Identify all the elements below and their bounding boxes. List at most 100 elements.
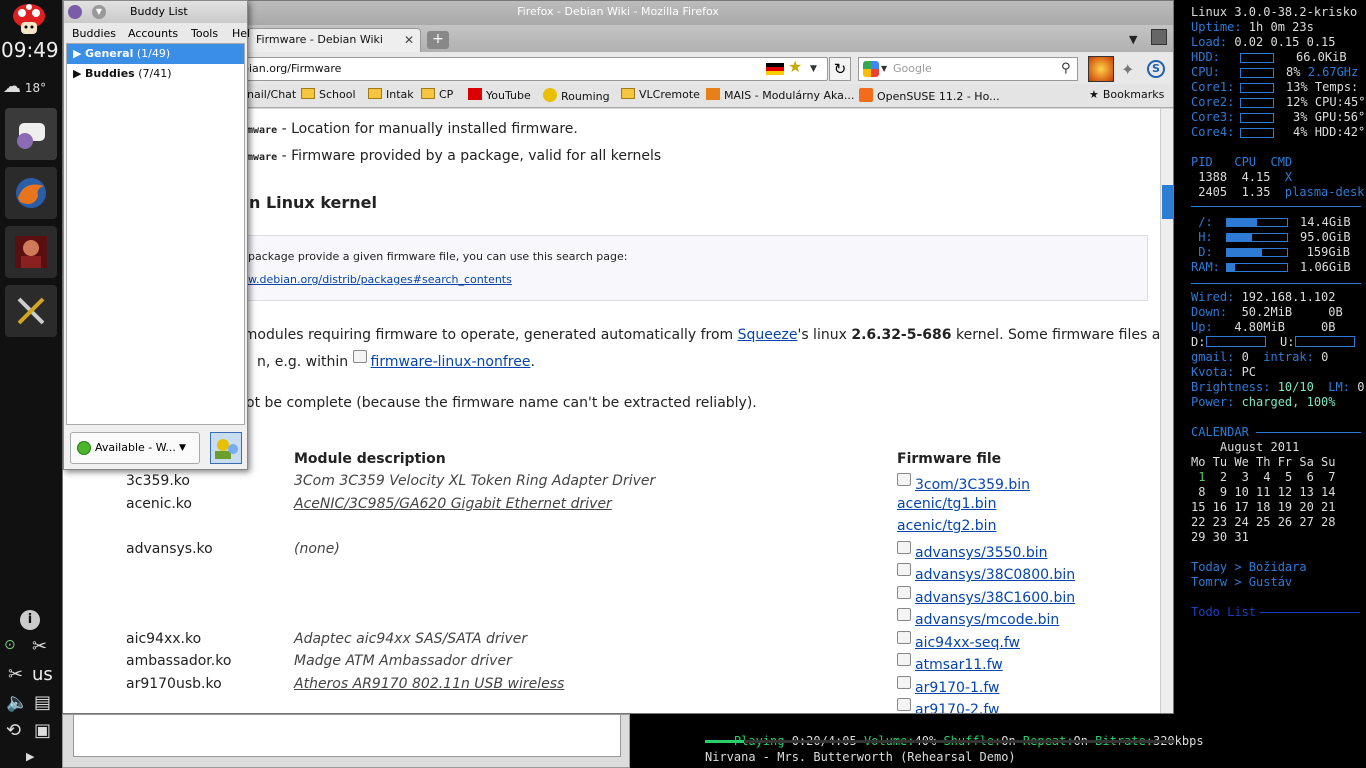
firmware-file-link[interactable]: acenic/tg2.bin <box>897 518 996 534</box>
music-status: Playing 0:20/4:05 Volume:40% Shuffle:On … <box>700 714 1204 768</box>
menu-tools[interactable]: Tools <box>191 27 218 40</box>
calendar-weekdays: Mo Tu We Th Fr Sa Su <box>1191 455 1336 469</box>
bookmark-mail-chat[interactable]: nail/Chat <box>247 88 296 101</box>
label: Core1: <box>1191 80 1235 94</box>
addon-fire-icon[interactable] <box>1088 56 1114 82</box>
firmware-file-link[interactable]: acenic/tg1.bin <box>897 496 996 512</box>
scissors-icon[interactable]: ✂ <box>8 664 23 685</box>
firefox-launcher[interactable] <box>5 167 57 219</box>
expand-arrow-icon[interactable]: ▶ <box>26 750 34 763</box>
printer-icon[interactable]: ▣ <box>34 720 51 741</box>
page-scrollbar[interactable] <box>1160 109 1173 713</box>
google-icon[interactable] <box>863 61 879 77</box>
firmware-file-link[interactable]: ar9170-2.fw <box>897 698 1000 713</box>
package-icon <box>897 653 911 666</box>
bookmark-cp[interactable]: CP <box>421 88 453 101</box>
search-engine-arrow-icon[interactable]: ▼ <box>881 58 887 80</box>
bookmark-intak[interactable]: Intak <box>368 88 414 101</box>
package-icon <box>897 541 911 554</box>
firmware-file-link[interactable]: ar9170-1.fw <box>897 676 1000 696</box>
firmware-file-link[interactable]: 3com/3C359.bin <box>897 473 1030 493</box>
status-label: Available - W... <box>95 441 175 454</box>
calendar-week: 8 9 10 11 12 13 14 <box>1191 485 1336 499</box>
fs-value: 159GiB <box>1306 245 1350 259</box>
value: PC <box>1234 365 1257 379</box>
menu-buddies[interactable]: Buddies <box>72 27 116 40</box>
core4-graph <box>1240 128 1274 138</box>
bookmark-vlcremote[interactable]: VLCremote <box>621 88 700 101</box>
firmware-file-link[interactable]: advansys/3550.bin <box>897 541 1048 561</box>
weather-widget: ☁ 18° <box>3 76 61 97</box>
firmware-file-link[interactable]: advansys/mcode.bin <box>897 608 1059 628</box>
bookmark-rouming[interactable]: Rouming <box>543 88 610 103</box>
bookmark-mais[interactable]: MAIS - Modulárny Aka... <box>706 88 854 102</box>
mushroom-icon[interactable] <box>12 3 46 35</box>
calendar-week: 1 2 3 4 5 6 7 <box>1191 470 1335 484</box>
scrollbar-thumb[interactable] <box>1162 185 1173 219</box>
firmware-file-link[interactable]: advansys/38C1600.bin <box>897 586 1075 606</box>
new-tab-button[interactable]: + <box>427 31 449 49</box>
brightness-line: Brightness: 10/10 LM: 0 <box>1191 380 1364 394</box>
mais-icon <box>706 88 720 100</box>
network-icon[interactable]: ⊙ <box>4 637 16 653</box>
menu-help[interactable]: Hel <box>232 27 250 40</box>
bookmarks-menu[interactable]: ★ Bookmarks <box>1089 88 1164 101</box>
menu-accounts[interactable]: Accounts <box>128 27 178 40</box>
group-general[interactable]: ▶ General (1/49) <box>67 44 244 64</box>
group-buddies[interactable]: ▶ Buddies (7/41) <box>67 64 244 84</box>
info-icon[interactable]: i <box>20 610 40 630</box>
track-progress[interactable] <box>705 740 1175 743</box>
process-cmd: plasma-desk <box>1284 185 1365 199</box>
download-graph <box>1206 336 1266 347</box>
firmware-linux-nonfree-link[interactable]: firmware-linux-nonfree <box>352 350 530 370</box>
window-menu-icon[interactable]: ▼ <box>92 5 106 19</box>
module-description-link[interactable]: Atheros AR9170 802.11n USB wireless <box>294 676 564 692</box>
bookmark-youtube[interactable]: YouTube <box>468 88 531 102</box>
bookmark-star-icon[interactable]: ★ <box>788 56 802 78</box>
bookmark-school[interactable]: School <box>301 88 356 101</box>
search-box[interactable]: ▼ Google ⚲ <box>858 57 1078 81</box>
module-description-link[interactable]: AceNIC/3C985/GA620 Gigabit Ethernet driv… <box>294 496 612 512</box>
pidgin-launcher[interactable] <box>5 108 57 160</box>
puzzle-icon[interactable]: ✦ <box>1121 60 1134 79</box>
tab-groups-icon[interactable] <box>1151 29 1167 45</box>
tab-firmware[interactable]: Firmware - Debian Wiki ✕ <box>247 28 421 52</box>
url-dropdown-arrow-icon[interactable]: ▼ <box>810 58 817 80</box>
reload-button[interactable]: ↻ <box>829 57 851 81</box>
status-selector[interactable]: Available - W... ▼ <box>70 432 200 464</box>
firmware-file-link[interactable]: atmsar11.fw <box>897 653 1003 673</box>
firmware-file-label: 3com/3C359.bin <box>915 477 1031 493</box>
weather-temp: 18° <box>24 81 47 95</box>
label: Uptime: <box>1191 20 1242 34</box>
firmware-file-label: aic94xx-seq.fw <box>915 635 1020 651</box>
clipboard-icon[interactable]: ▤ <box>34 692 51 713</box>
column-header-description: Module description <box>294 451 446 467</box>
firmware-file-link[interactable]: advansys/38C0800.bin <box>897 563 1075 583</box>
packages-search-link[interactable]: w.debian.org/distrib/packages#search_con… <box>248 273 512 286</box>
search-icon[interactable]: ⚲ <box>1061 58 1071 80</box>
url-bar[interactable]: bian.org/Firmware ★ ▼ <box>235 57 828 81</box>
fs-usage-fill <box>1227 264 1236 271</box>
conky-monitor: Linux 3.0.0-38.2-krisko Uptime: 1h 0m 23… <box>1176 0 1366 768</box>
close-tab-icon[interactable]: ✕ <box>404 29 414 51</box>
firmware-file-link[interactable]: aic94xx-seq.fw <box>897 631 1020 651</box>
down-line: Down: 50.2MiB 0B <box>1191 305 1343 319</box>
photo-launcher[interactable] <box>5 226 57 278</box>
keyboard-layout[interactable]: us <box>32 664 53 685</box>
module-description: Madge ATM Ambassador driver <box>294 653 512 669</box>
squeeze-link[interactable]: Squeeze <box>738 327 798 343</box>
volume-icon[interactable]: 🔈 <box>6 692 28 713</box>
firmware-file-label: advansys/mcode.bin <box>915 612 1060 628</box>
chat-input[interactable] <box>73 715 621 757</box>
module-name: ar9170usb.ko <box>126 676 222 692</box>
skype-icon[interactable]: S <box>1147 60 1165 78</box>
bookmark-opensuse[interactable]: OpenSUSE 11.2 - Ho... <box>859 88 1000 103</box>
label: Temps: <box>1314 80 1359 94</box>
core3-graph <box>1240 113 1274 123</box>
tools-launcher[interactable] <box>5 285 57 337</box>
german-flag-icon[interactable] <box>766 63 784 75</box>
power-cable-icon[interactable]: ✂ <box>32 636 47 657</box>
sync-icon[interactable]: ⟲ <box>6 720 21 741</box>
buddy-icon-button[interactable] <box>210 432 242 464</box>
tab-list-arrow-icon[interactable]: ▼ <box>1129 33 1137 46</box>
